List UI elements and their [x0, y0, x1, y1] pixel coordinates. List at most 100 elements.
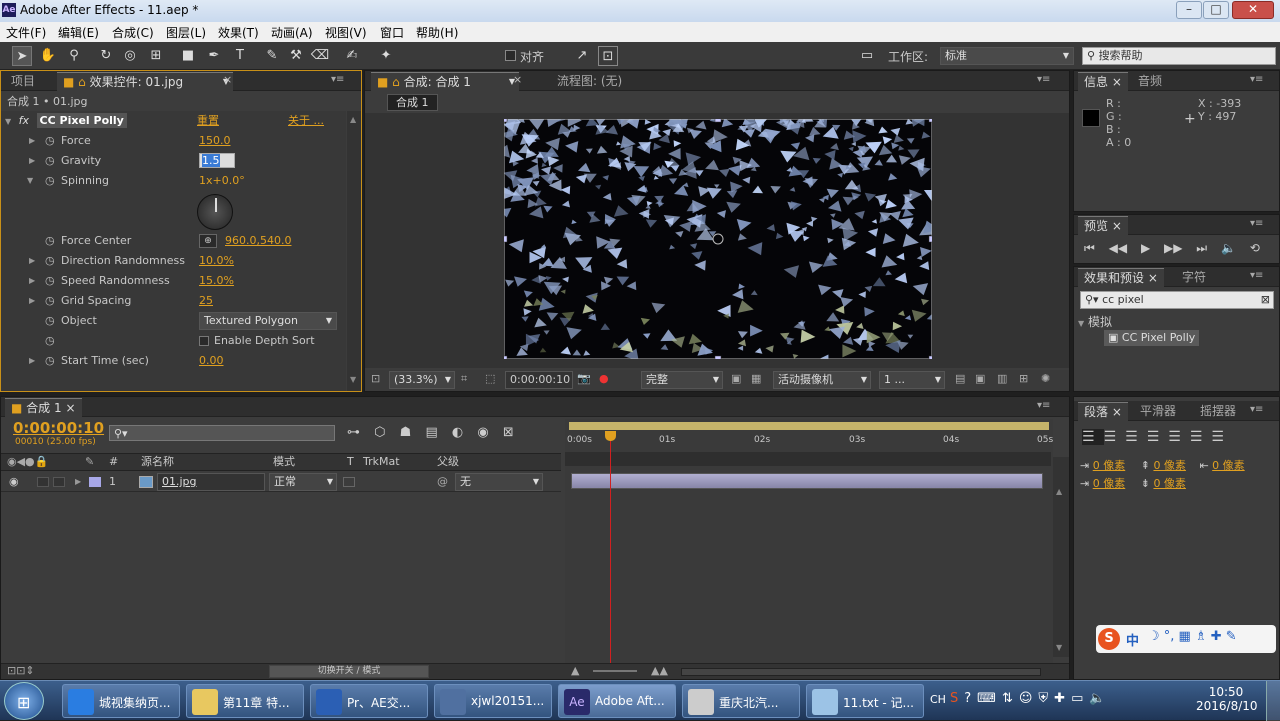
security-tray-icon[interactable]: ⛨	[1038, 691, 1054, 706]
justify-all-icon[interactable]: ☰	[1211, 429, 1233, 445]
scroll-up-icon[interactable]: ▲	[1056, 487, 1062, 496]
reset-link[interactable]: 重置	[197, 111, 219, 131]
expand-triangle-icon[interactable]: ▶	[29, 151, 35, 171]
preserve-transparency-switch[interactable]	[343, 477, 355, 487]
stopwatch-icon[interactable]: ◷	[45, 291, 55, 311]
help-tray-icon[interactable]: ?	[964, 691, 977, 706]
layer-name[interactable]: 01.jpg	[157, 473, 265, 491]
draft-3d-icon[interactable]: ⬡	[374, 425, 385, 440]
layer-duration-bar[interactable]	[571, 473, 1043, 489]
depth-sort-checkbox[interactable]	[199, 336, 209, 346]
panel-menu-icon[interactable]: ▾≡	[1037, 400, 1050, 411]
menu-animation[interactable]: 动画(A)	[271, 24, 313, 41]
shy-icon[interactable]: ☗	[400, 425, 412, 440]
timeline-icon[interactable]: ▥	[997, 372, 1007, 385]
expand-triangle-icon[interactable]: ▶	[29, 351, 35, 371]
playhead[interactable]	[605, 431, 617, 677]
safe-margins-icon[interactable]: ⌗	[461, 372, 467, 386]
rotate-tool-icon[interactable]: ↻	[96, 46, 116, 66]
time-ruler[interactable]: 0:00s 01s 02s 03s 04s 05s	[567, 431, 1053, 451]
previous-frame-icon[interactable]: ◀◀	[1109, 241, 1127, 255]
zoom-in-icon[interactable]: ▲▲	[651, 664, 668, 677]
snap-checkbox[interactable]	[505, 50, 516, 61]
tab-preview[interactable]: 预览 ×	[1078, 216, 1128, 235]
graph-editor-icon[interactable]: ◉	[477, 425, 488, 440]
ime-mode[interactable]: 中	[1126, 630, 1139, 649]
object-select[interactable]: Textured Polygon ▼	[199, 312, 337, 330]
snapshot-icon[interactable]: 📷	[577, 372, 591, 385]
app-tray-icon[interactable]: ✚	[1054, 691, 1071, 706]
selection-tool-icon[interactable]: ➤	[12, 46, 32, 66]
tab-character[interactable]: 字符	[1176, 268, 1212, 287]
text-tool-icon[interactable]: T	[230, 46, 250, 66]
close-tab-icon[interactable]: ×	[1112, 219, 1122, 233]
tab-effect-controls[interactable]: ■ ⌂ 效果控件: 01.jpg ▼	[57, 72, 233, 91]
clear-search-icon[interactable]: ⊠	[1261, 292, 1270, 308]
menu-composition[interactable]: 合成(C)	[112, 24, 154, 41]
menu-help[interactable]: 帮助(H)	[416, 24, 458, 41]
scroll-down-icon[interactable]: ▼	[1056, 643, 1062, 652]
clone-stamp-tool-icon[interactable]: ⚒	[286, 46, 306, 66]
tab-audio[interactable]: 音频	[1132, 72, 1168, 91]
start-button[interactable]: ⊞	[4, 682, 44, 720]
transparency-grid-icon[interactable]: ▦	[751, 372, 761, 385]
motion-blur-icon[interactable]: ◐	[452, 425, 463, 440]
hand-tool-icon[interactable]: ✋	[38, 46, 58, 66]
param-value[interactable]: 10.0%	[199, 251, 234, 271]
layer-label-color[interactable]	[89, 477, 101, 487]
panel-menu-icon[interactable]: ▾≡	[1250, 218, 1263, 229]
stopwatch-icon[interactable]: ◷	[45, 151, 55, 171]
flowchart-icon[interactable]: ⊞	[1019, 372, 1028, 385]
sogou-tray-icon[interactable]: S	[950, 691, 964, 706]
param-value[interactable]: 0.00	[199, 351, 224, 371]
justify-right-icon[interactable]: ☰	[1190, 429, 1212, 445]
category-row[interactable]: ▼ 模拟	[1078, 313, 1112, 330]
show-desktop-button[interactable]	[1266, 681, 1280, 721]
blend-mode-select[interactable]: 正常 ▼	[269, 473, 337, 491]
frame-blending-icon[interactable]: ▤	[425, 425, 437, 440]
eraser-tool-icon[interactable]: ⌫	[310, 46, 330, 66]
playhead-handle[interactable]	[605, 431, 617, 441]
taskbar-item[interactable]: 第11章 特...	[186, 684, 304, 718]
close-tab-icon[interactable]: ×	[223, 73, 232, 86]
tab-paragraph[interactable]: 段落 ×	[1078, 402, 1128, 421]
audio-switch[interactable]	[37, 477, 49, 487]
display-tray-icon[interactable]: ▭	[1071, 691, 1089, 706]
stopwatch-icon[interactable]: ◷	[45, 331, 55, 351]
pan-behind-tool-icon[interactable]: ⊞	[146, 46, 166, 66]
resolution-select[interactable]: 完整 ▼	[641, 371, 723, 389]
expand-triangle-icon[interactable]: ▶	[29, 251, 35, 271]
zoom-slider[interactable]	[593, 670, 637, 672]
exposure-icon[interactable]: ✺	[1041, 372, 1050, 385]
volume-tray-icon[interactable]: 🔈	[1089, 691, 1111, 706]
align-right-icon[interactable]: ☰	[1125, 429, 1147, 445]
close-tab-icon[interactable]: ×	[1112, 75, 1122, 89]
tab-composition[interactable]: ■ ⌂ 合成: 合成 1 ▼	[371, 72, 519, 91]
param-value[interactable]: 25	[199, 291, 213, 311]
menu-edit[interactable]: 编辑(E)	[58, 24, 99, 41]
stopwatch-icon[interactable]: ◷	[45, 131, 55, 151]
next-frame-icon[interactable]: ▶▶	[1164, 241, 1182, 255]
about-link[interactable]: 关于 ...	[288, 111, 324, 131]
effect-name[interactable]: CC Pixel Polly	[36, 113, 127, 128]
menu-view[interactable]: 视图(V)	[325, 24, 367, 41]
tab-effects-presets[interactable]: 效果和预设 ×	[1078, 268, 1164, 287]
loop-icon[interactable]: ⟲	[1250, 241, 1260, 255]
param-value[interactable]: 150.0	[199, 131, 231, 151]
timeline-search-input[interactable]: ⚲▾	[109, 425, 335, 441]
tab-info[interactable]: 信息 ×	[1078, 72, 1128, 91]
toggle-switches-modes-button[interactable]: 切换开关 / 模式	[269, 665, 429, 678]
sogou-logo-icon[interactable]: S	[1098, 628, 1120, 650]
menu-layer[interactable]: 图层(L)	[166, 24, 206, 41]
indent-right-value[interactable]: 0 像素	[1212, 459, 1245, 472]
space-after-value[interactable]: 0 像素	[1153, 477, 1186, 490]
stopwatch-icon[interactable]: ◷	[45, 171, 55, 191]
collapse-triangle-icon[interactable]: ▼	[1078, 319, 1084, 328]
align-left-icon[interactable]: ☰	[1082, 429, 1104, 445]
align-center-icon[interactable]: ☰	[1104, 429, 1126, 445]
expand-triangle-icon[interactable]: ▶	[29, 271, 35, 291]
timeline-scrollbar[interactable]: ▲ ▼	[1053, 457, 1069, 657]
language-indicator[interactable]: CH	[930, 693, 946, 706]
parent-select[interactable]: 无 ▼	[455, 473, 543, 491]
show-channel-icon[interactable]: ●	[599, 372, 609, 385]
